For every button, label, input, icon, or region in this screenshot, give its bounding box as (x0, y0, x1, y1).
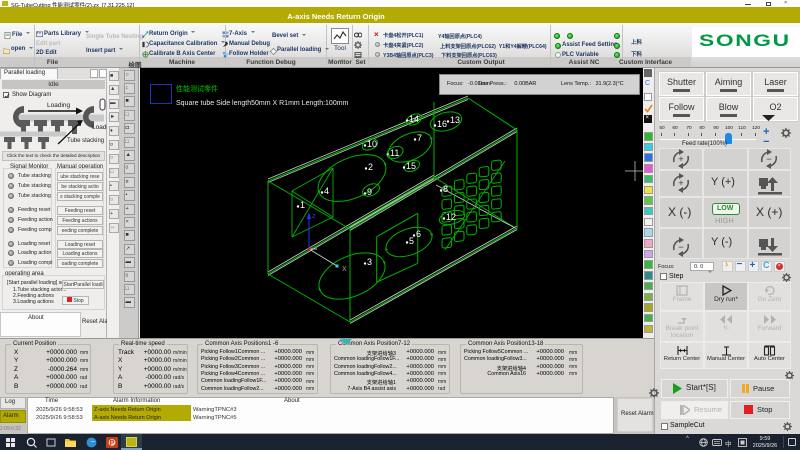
svg-text:8: 8 (443, 184, 448, 194)
svg-text:+: + (678, 178, 683, 188)
svg-text:Loading: Loading (47, 102, 71, 109)
svg-text:4: 4 (324, 186, 329, 196)
svg-text:7: 7 (417, 133, 422, 143)
svg-text:12: 12 (446, 212, 456, 222)
svg-text:5: 5 (409, 236, 414, 246)
svg-text:11: 11 (390, 148, 399, 158)
svg-text:3: 3 (367, 257, 372, 267)
svg-text:−: − (678, 242, 683, 252)
svg-text:9: 9 (367, 187, 372, 197)
svg-text:−: − (766, 154, 771, 164)
svg-text:2: 2 (368, 162, 373, 172)
svg-text:13: 13 (450, 115, 460, 125)
svg-text:10: 10 (367, 139, 377, 149)
svg-text:Tube stacking: Tube stacking (67, 138, 104, 144)
svg-text:+: + (678, 154, 683, 164)
svg-text:z: z (312, 213, 316, 220)
svg-text:14: 14 (409, 114, 419, 124)
svg-text:X: X (342, 266, 347, 273)
svg-text:P: P (110, 440, 115, 447)
svg-text:1: 1 (300, 200, 305, 210)
svg-text:16: 16 (437, 119, 447, 129)
svg-text:6: 6 (416, 229, 421, 239)
svg-text:15: 15 (406, 161, 416, 171)
svg-text:Loader: Loader (92, 124, 107, 131)
